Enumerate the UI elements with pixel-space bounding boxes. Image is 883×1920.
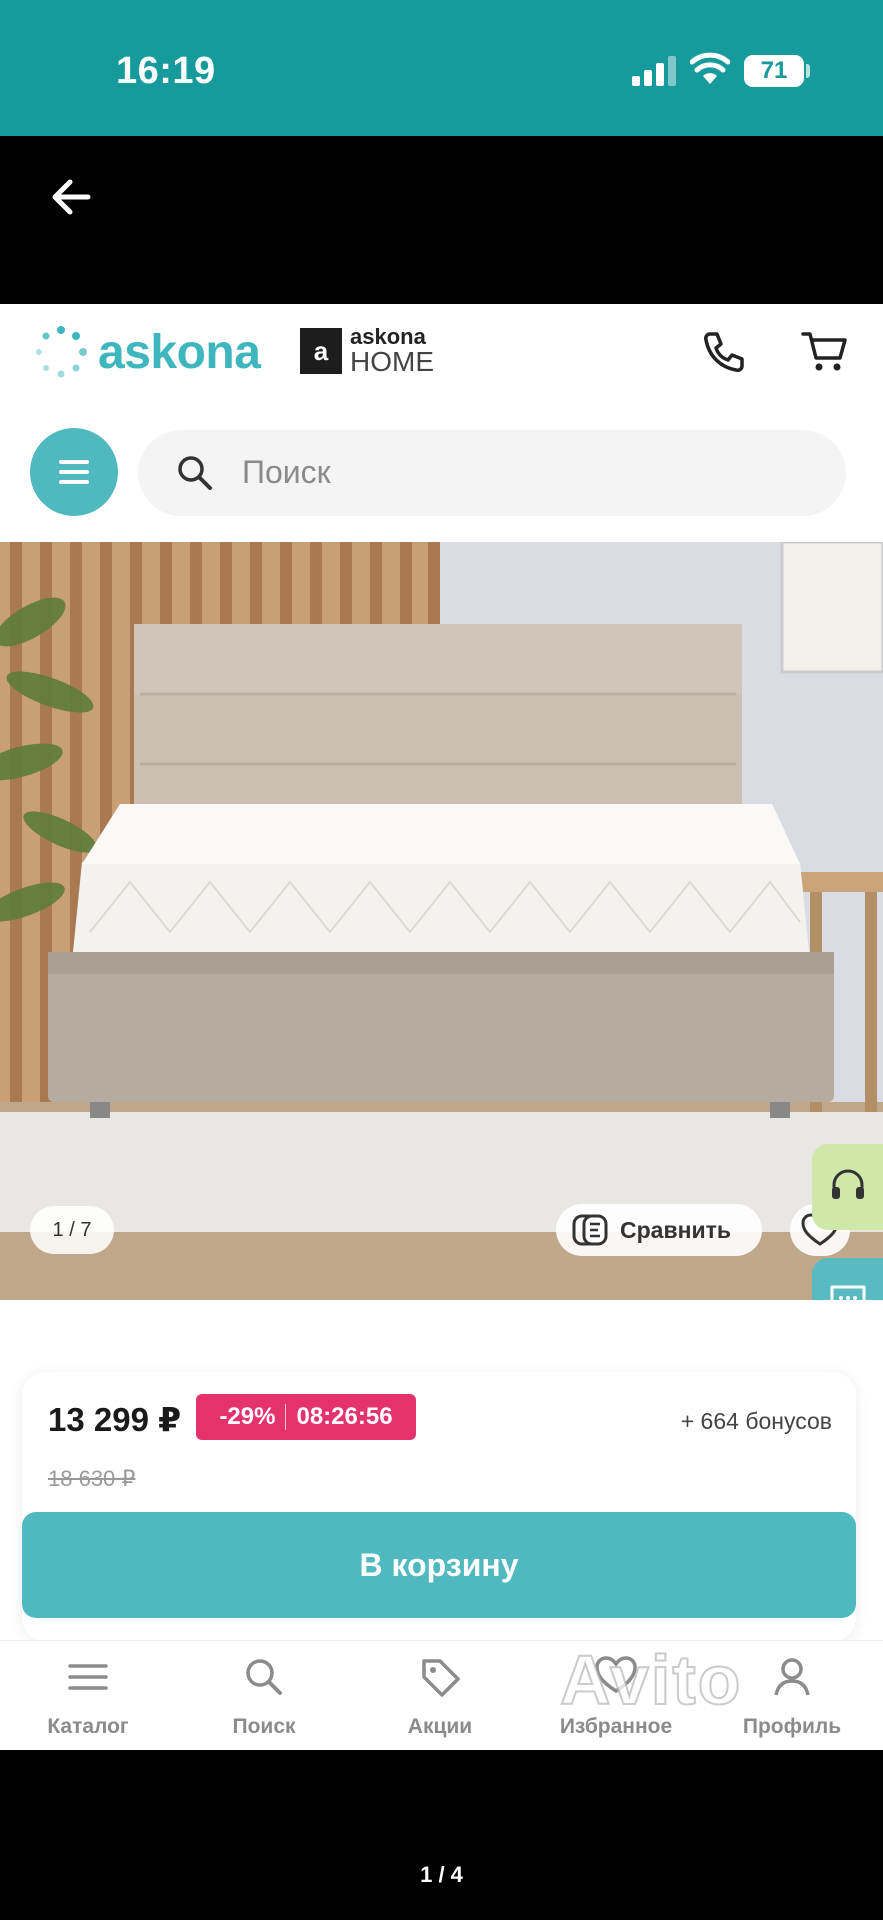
menu-icon — [68, 1664, 108, 1690]
headset-icon — [832, 1169, 864, 1199]
nav-search[interactable]: Поиск — [176, 1641, 352, 1750]
home-logo-text: askona HOME — [350, 326, 434, 376]
phone-icon[interactable] — [700, 328, 748, 376]
cart-icon[interactable] — [800, 326, 850, 376]
image-counter: 1 / 7 — [30, 1206, 114, 1254]
chat-button[interactable] — [812, 1258, 883, 1300]
home-logo-bottom: HOME — [350, 346, 434, 377]
home-logo-box: a — [300, 328, 342, 374]
bottom-nav: Каталог Поиск Акции Избранное Профиль — [0, 1640, 883, 1750]
back-arrow-icon[interactable] — [48, 174, 94, 220]
cellular-signal-icon — [632, 54, 676, 86]
nav-label: Акции — [407, 1715, 473, 1738]
askona-dots-icon — [36, 326, 87, 378]
search-icon — [178, 456, 212, 490]
viewer-header — [0, 136, 883, 304]
chat-icon — [830, 1285, 866, 1300]
askona-home-logo[interactable]: a askona HOME — [300, 326, 434, 376]
avito-watermark: Avito — [559, 1640, 743, 1720]
nav-promos[interactable]: Акции — [352, 1641, 528, 1750]
status-bar: 16:19 71 — [0, 0, 883, 136]
old-price: 18 630 ₽ — [48, 1466, 136, 1491]
askona-logo-text: askona — [98, 325, 261, 379]
battery-tip — [806, 64, 810, 78]
battery-icon: 71 — [744, 55, 804, 87]
product-page: askona a askona HOME Поиск 1 / 7 Сравнит… — [0, 304, 883, 1750]
nav-label: Поиск — [232, 1715, 296, 1738]
add-to-cart-button[interactable]: В корзину — [22, 1512, 856, 1618]
compare-button[interactable]: Сравнить — [556, 1204, 762, 1256]
current-price: 13 299 ₽ — [48, 1401, 182, 1438]
nav-label: Каталог — [47, 1715, 129, 1738]
tag-icon — [422, 1659, 460, 1697]
discount-percent: -29% — [219, 1403, 276, 1430]
price-card: 13 299 ₽ -29% 08:26:56 + 664 бонусов 18 … — [22, 1372, 856, 1642]
search-icon — [246, 1659, 282, 1695]
bonus-text: + 664 бонусов — [680, 1408, 832, 1434]
support-button[interactable] — [812, 1144, 883, 1230]
search-input[interactable]: Поиск — [138, 430, 846, 516]
home-logo-top: askona — [350, 324, 426, 349]
wifi-icon — [690, 52, 730, 84]
nav-catalog[interactable]: Каталог — [0, 1641, 176, 1750]
search-placeholder: Поиск — [242, 454, 331, 490]
status-time: 16:19 — [116, 50, 216, 92]
discount-badge: -29% 08:26:56 — [196, 1394, 416, 1440]
askona-logo[interactable]: askona — [34, 322, 261, 382]
bed-photo — [0, 542, 883, 1300]
compare-icon — [572, 1214, 608, 1246]
menu-button[interactable] — [30, 428, 118, 516]
product-image[interactable]: 1 / 7 Сравнить — [0, 542, 883, 1300]
compare-label: Сравнить — [620, 1216, 732, 1243]
viewer-counter: 1 / 4 — [420, 1862, 463, 1887]
discount-timer: 08:26:56 — [296, 1403, 393, 1430]
user-icon — [774, 1658, 810, 1696]
